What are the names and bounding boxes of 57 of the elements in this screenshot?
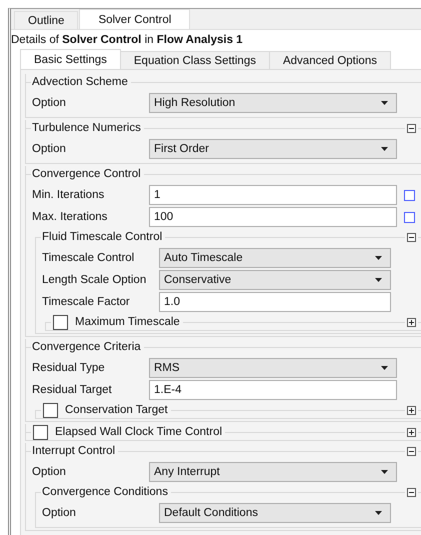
collapse-icon[interactable] bbox=[407, 232, 416, 242]
field-label: Option bbox=[32, 143, 67, 155]
field-label: Timescale Control bbox=[42, 252, 136, 264]
tab[interactable]: Basic Settings bbox=[20, 49, 121, 69]
details-heading: Details of Solver Control in Flow Analysis 1 bbox=[11, 33, 244, 48]
field-label: Option bbox=[42, 507, 77, 519]
caret-icon bbox=[375, 256, 382, 260]
section-title: Fluid Timescale Control bbox=[41, 231, 164, 243]
caret-icon bbox=[381, 470, 388, 474]
caret-icon bbox=[381, 147, 388, 151]
section-title: Maximum Timescale bbox=[74, 316, 181, 328]
expand-icon[interactable] bbox=[407, 428, 416, 436]
caret-icon bbox=[381, 366, 388, 370]
collapse-icon[interactable] bbox=[407, 488, 416, 496]
section-title: Convergence Conditions bbox=[41, 486, 169, 498]
dropdown[interactable]: Auto Timescale bbox=[159, 248, 391, 268]
collapse-icon[interactable] bbox=[407, 446, 416, 456]
caret-icon bbox=[381, 101, 388, 105]
field-label: Residual Target bbox=[32, 384, 113, 396]
caret-icon bbox=[375, 278, 382, 282]
collapse-icon[interactable] bbox=[407, 124, 416, 132]
checkbox[interactable] bbox=[53, 314, 68, 330]
field-label: Residual Type bbox=[32, 362, 106, 374]
expand-icon[interactable] bbox=[407, 406, 416, 414]
checkbox[interactable] bbox=[33, 424, 48, 440]
tab[interactable]: Equation Class Settings bbox=[120, 51, 270, 69]
tab[interactable]: Solver Control bbox=[79, 9, 190, 29]
field-label: Option bbox=[32, 97, 67, 109]
input-field[interactable]: 100 bbox=[149, 207, 397, 227]
field-label: Timescale Factor bbox=[42, 296, 131, 308]
input-field[interactable]: 1.E-4 bbox=[149, 380, 397, 400]
input-field[interactable]: 1 bbox=[149, 185, 397, 205]
dropdown[interactable]: High Resolution bbox=[149, 93, 397, 113]
dropdown[interactable]: Conservative bbox=[159, 270, 391, 290]
field-label: Option bbox=[32, 466, 67, 478]
checkbox[interactable] bbox=[43, 402, 58, 418]
tab[interactable]: Advanced Options bbox=[268, 51, 391, 69]
section-title: Convergence Control bbox=[31, 168, 142, 180]
tab[interactable]: Outline bbox=[14, 11, 78, 29]
section-title: Interrupt Control bbox=[31, 445, 116, 457]
expand-icon[interactable] bbox=[407, 318, 416, 326]
field-label: Min. Iterations bbox=[32, 189, 106, 201]
checkbox[interactable] bbox=[404, 190, 414, 200]
dropdown[interactable]: RMS bbox=[149, 358, 397, 378]
dropdown[interactable]: Any Interrupt bbox=[149, 462, 397, 482]
input-field[interactable]: 1.0 bbox=[159, 292, 391, 312]
dropdown[interactable]: Default Conditions bbox=[159, 503, 391, 523]
section-title: Elapsed Wall Clock Time Control bbox=[54, 426, 224, 438]
section-title: Conservation Target bbox=[64, 404, 169, 416]
caret-icon bbox=[375, 511, 382, 515]
section-title: Convergence Criteria bbox=[31, 341, 142, 353]
field-label: Length Scale Option bbox=[42, 274, 148, 286]
checkbox[interactable] bbox=[404, 212, 414, 222]
dropdown[interactable]: First Order bbox=[149, 139, 397, 159]
section-title: Turbulence Numerics bbox=[31, 122, 142, 134]
field-label: Max. Iterations bbox=[32, 211, 108, 223]
section-title: Advection Scheme bbox=[31, 76, 129, 88]
